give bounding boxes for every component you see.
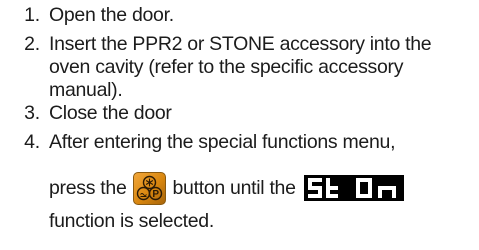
step-text-line: oven cavity (refer to the specific acces… — [49, 56, 404, 78]
step-4-instruction-row: press the P button until the — [49, 168, 404, 208]
step-text-line: Insert the PPR2 or STONE accessory into … — [49, 33, 432, 55]
instruction-text-after: function is selected. — [49, 210, 214, 232]
seven-segment-display — [303, 175, 404, 201]
step-number: 4. — [24, 131, 40, 153]
step-number: 1. — [24, 4, 40, 26]
step-text: Close the door — [49, 102, 172, 124]
instructions-document: 1. Open the door. 2. Insert the PPR2 or … — [0, 0, 479, 250]
button-icon-letter: P — [152, 189, 159, 200]
step-number: 2. — [24, 33, 40, 55]
step-text-line: manual). — [49, 79, 123, 101]
pizza-stone-button-icon: P — [132, 171, 166, 205]
step-text: Open the door. — [49, 4, 174, 26]
instruction-text-middle: button until the — [172, 176, 296, 199]
instruction-text-before: press the — [49, 176, 127, 199]
step-text: After entering the special functions men… — [49, 131, 396, 153]
step-number: 3. — [24, 102, 40, 124]
